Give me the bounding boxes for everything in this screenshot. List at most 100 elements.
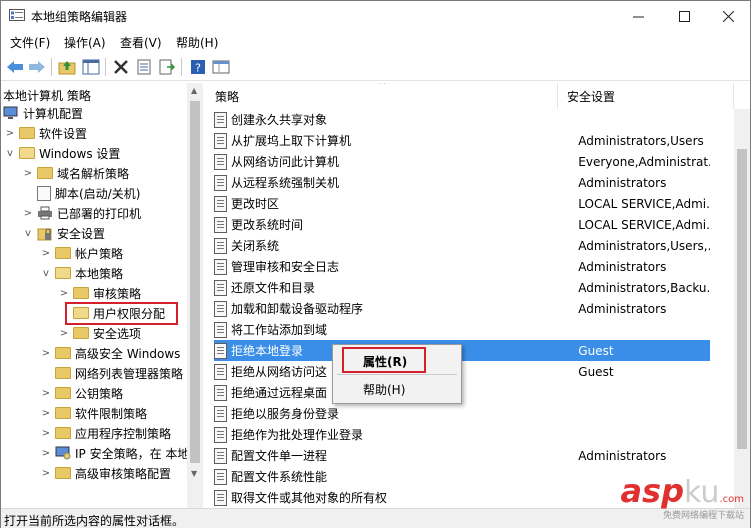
chevron-right-icon[interactable]: > (41, 248, 51, 259)
list-item[interactable]: 拒绝以服务身份登录 (214, 403, 710, 424)
list-item[interactable]: 从网络访问此计算机 Everyone,Administrat... (214, 151, 710, 172)
column-header-security-setting[interactable]: 安全设置 (558, 83, 734, 109)
tree-item-advanced-audit[interactable]: > 高级审核策略配置 (41, 463, 171, 483)
menu-file[interactable]: 文件(F) (10, 34, 50, 51)
list-scrollbar[interactable] (734, 109, 750, 508)
policy-icon (214, 237, 227, 254)
delete-button[interactable] (111, 57, 131, 77)
tree-item-name-resolution[interactable]: > 域名解析策略 (23, 163, 129, 183)
tree-scrollbar[interactable]: ▲ ▼ (187, 83, 203, 508)
tree-root[interactable]: 本地计算机 策略 (3, 87, 91, 104)
list-item[interactable]: 拒绝作为批处理作业登录 (214, 424, 710, 445)
help-button[interactable]: ? (188, 57, 208, 77)
policy-icon (214, 111, 227, 128)
tree-item-label: IP 安全策略，在 本地 (75, 446, 190, 461)
chevron-right-icon[interactable]: > (23, 168, 33, 179)
chevron-down-icon[interactable]: v (5, 148, 15, 159)
tree-item-label: 高级审核策略配置 (75, 466, 172, 481)
ip-security-icon (55, 446, 71, 460)
minimize-icon (632, 16, 644, 17)
list-item[interactable]: 拒绝从网络访问这 Guest (214, 361, 710, 382)
list-item-selected[interactable]: 拒绝本地登录 Guest (214, 340, 710, 361)
tree-item-local-policies[interactable]: v 本地策略 (41, 263, 123, 283)
column-header-policy[interactable]: 策略 ^ (206, 83, 558, 109)
toolbar: ? (1, 53, 750, 81)
context-menu-help[interactable]: 帮助(H) (363, 381, 405, 398)
show-hide-tree-button[interactable] (81, 57, 101, 77)
list-item[interactable]: 创建永久共享对象 (214, 109, 710, 130)
up-one-level-button[interactable] (57, 57, 77, 77)
maximize-button[interactable] (661, 1, 707, 31)
tree-item-audit-policy[interactable]: > 审核策略 (59, 283, 141, 303)
tree-item-windows-firewall[interactable]: > 高级安全 Windows (41, 343, 181, 363)
folder-icon (55, 347, 71, 359)
list-item[interactable]: 更改时区 LOCAL SERVICE,Admi... (214, 193, 710, 214)
tree-item-ip-security[interactable]: > IP 安全策略，在 本地 (41, 443, 189, 463)
tree-item-computer-config[interactable]: 计算机配置 (3, 103, 83, 123)
forward-button[interactable] (27, 57, 47, 77)
filter-view-button[interactable] (211, 57, 231, 77)
column-header-label: 策略 (215, 89, 240, 104)
policy-icon (214, 489, 227, 506)
tree-item-account-policies[interactable]: > 帐户策略 (41, 243, 123, 263)
folder-icon (73, 287, 89, 299)
tree-item-scripts[interactable]: 脚本(启动/关机) (37, 183, 140, 203)
tree-scrollbar-thumb[interactable] (190, 101, 200, 463)
list-item[interactable]: 关闭系统 Administrators,Users,... (214, 235, 710, 256)
chevron-right-icon[interactable]: > (59, 288, 69, 299)
policy-icon (214, 321, 227, 338)
printer-icon (38, 206, 52, 220)
chevron-right-icon[interactable]: > (5, 128, 15, 139)
chevron-right-icon[interactable]: > (41, 348, 51, 359)
menu-help[interactable]: 帮助(H) (176, 34, 218, 51)
toolbar-separator (181, 58, 182, 76)
folder-icon (55, 387, 71, 399)
tree-item-network-list[interactable]: 网络列表管理器策略 (55, 363, 183, 383)
tree-item-printers[interactable]: > 已部署的打印机 (23, 203, 141, 223)
chevron-down-icon[interactable]: v (41, 268, 51, 279)
list-item[interactable]: 更改系统时间 LOCAL SERVICE,Admi... (214, 214, 710, 235)
tree-item-public-key[interactable]: > 公钥策略 (41, 383, 123, 403)
list-item[interactable]: 将工作站添加到域 (214, 319, 710, 340)
chevron-right-icon[interactable]: > (41, 388, 51, 399)
chevron-right-icon[interactable]: > (59, 328, 69, 339)
policy-icon (214, 153, 227, 170)
menu-divider (337, 374, 457, 375)
list-item[interactable]: 拒绝通过远程桌面 (214, 382, 710, 403)
export-list-button[interactable] (157, 57, 177, 77)
tree-item-software-restriction[interactable]: > 软件限制策略 (41, 403, 147, 423)
tree-item-security-options[interactable]: > 安全选项 (59, 323, 141, 343)
tree-item-windows-settings[interactable]: v Windows 设置 (5, 143, 120, 163)
properties-button[interactable] (134, 57, 154, 77)
tree-item-app-control[interactable]: > 应用程序控制策略 (41, 423, 171, 443)
list-item[interactable]: 管理审核和安全日志 Administrators (214, 256, 710, 277)
chevron-right-icon[interactable]: > (41, 468, 51, 479)
list-item[interactable]: 还原文件和目录 Administrators,Backu... (214, 277, 710, 298)
tree-item-security-settings[interactable]: v 安全设置 (23, 223, 105, 243)
maximize-icon (678, 10, 690, 22)
minimize-button[interactable] (615, 1, 661, 31)
menu-action[interactable]: 操作(A) (64, 34, 106, 51)
scroll-down-arrow-icon[interactable]: ▼ (191, 469, 197, 478)
policy-icon (214, 195, 227, 212)
tree-item-label: 高级安全 Windows (75, 346, 181, 361)
list-item[interactable]: 配置文件单一进程 Administrators (214, 445, 710, 466)
chevron-right-icon[interactable]: > (41, 448, 51, 459)
window-title: 本地组策略编辑器 (31, 10, 128, 24)
list-scrollbar-thumb[interactable] (737, 149, 747, 449)
chevron-right-icon[interactable]: > (23, 208, 33, 219)
menu-view[interactable]: 查看(V) (120, 34, 162, 51)
tree-item-software-settings[interactable]: > 软件设置 (5, 123, 87, 143)
back-button[interactable] (5, 57, 25, 77)
close-button[interactable] (705, 1, 751, 31)
chevron-right-icon[interactable]: > (41, 408, 51, 419)
folder-icon (55, 367, 71, 379)
chevron-right-icon[interactable]: > (41, 428, 51, 439)
list-item[interactable]: 加载和卸载设备驱动程序 Administrators (214, 298, 710, 319)
chevron-down-icon[interactable]: v (23, 228, 33, 239)
export-list-icon (159, 59, 175, 75)
list-item[interactable]: 从扩展坞上取下计算机 Administrators,Users (214, 130, 710, 151)
column-header-label: 安全设置 (567, 89, 616, 104)
scroll-up-arrow-icon[interactable]: ▲ (191, 86, 197, 95)
list-item[interactable]: 从远程系统强制关机 Administrators (214, 172, 710, 193)
